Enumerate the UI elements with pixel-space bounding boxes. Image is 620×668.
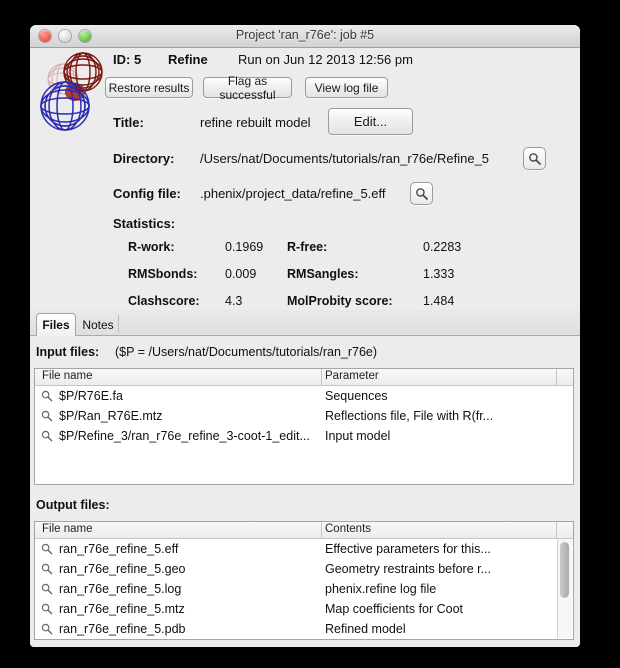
- tab-files[interactable]: Files: [36, 313, 76, 336]
- view-config-button[interactable]: [410, 182, 433, 205]
- file-contents: Effective parameters for this...: [325, 542, 491, 556]
- table-row[interactable]: ran_r76e_refine_5.geo Geometry restraint…: [35, 559, 573, 579]
- table-row[interactable]: ran_r76e_refine_5.log phenix.refine log …: [35, 579, 573, 599]
- title-value: refine rebuilt model: [200, 115, 311, 130]
- file-contents: Geometry restraints before r...: [325, 562, 491, 576]
- column-header-file-name[interactable]: File name: [42, 523, 93, 535]
- window-title: Project 'ran_r76e': job #5: [30, 28, 580, 42]
- browse-directory-button[interactable]: [523, 147, 546, 170]
- column-divider[interactable]: [556, 369, 557, 385]
- search-icon: [528, 152, 542, 166]
- input-table-header[interactable]: File name Parameter: [35, 369, 573, 386]
- config-label: Config file:: [113, 186, 181, 201]
- file-name: $P/Ran_R76E.mtz: [59, 409, 163, 423]
- tab-separator: [118, 315, 119, 333]
- search-icon[interactable]: [41, 430, 53, 442]
- table-row[interactable]: ran_r76e_refine_5.eff Effective paramete…: [35, 539, 573, 559]
- search-icon[interactable]: [41, 603, 53, 615]
- file-parameter: Reflections file, File with R(fr...: [325, 409, 493, 423]
- stat-label: R-work:: [128, 240, 175, 254]
- search-icon[interactable]: [41, 543, 53, 555]
- stat-value: 0.1969: [225, 240, 263, 254]
- vertical-scrollbar[interactable]: [557, 539, 572, 638]
- scrollbar-thumb[interactable]: [560, 542, 569, 598]
- edit-title-button[interactable]: Edit...: [328, 108, 413, 135]
- input-files-path-hint: ($P = /Users/nat/Documents/tutorials/ran…: [115, 345, 377, 359]
- tab-notes-label: Notes: [82, 318, 113, 332]
- tab-strip: Files Notes: [30, 310, 580, 336]
- table-row[interactable]: $P/Refine_3/ran_r76e_refine_3-coot-1_edi…: [35, 426, 573, 446]
- file-name: $P/Refine_3/ran_r76e_refine_3-coot-1_edi…: [59, 429, 310, 443]
- stat-label: Clashscore:: [128, 294, 200, 308]
- tab-files-label: Files: [42, 318, 69, 332]
- file-name: ran_r76e_refine_5.geo: [59, 562, 186, 576]
- table-row[interactable]: ran_r76e_refine_5.mtz Map coefficients f…: [35, 599, 573, 619]
- molecule-mesh-image: [32, 49, 122, 149]
- search-icon[interactable]: [41, 583, 53, 595]
- titlebar[interactable]: Project 'ran_r76e': job #5: [30, 25, 580, 48]
- search-icon[interactable]: [41, 390, 53, 402]
- search-icon[interactable]: [41, 563, 53, 575]
- stat-value: 1.484: [423, 294, 454, 308]
- job-run-timestamp: Run on Jun 12 2013 12:56 pm: [238, 52, 413, 67]
- file-contents: Refined model: [325, 622, 406, 636]
- column-header-parameter[interactable]: Parameter: [325, 370, 379, 382]
- files-panel: Input files: ($P = /Users/nat/Documents/…: [30, 336, 580, 647]
- view-log-button[interactable]: View log file: [305, 77, 388, 98]
- table-row[interactable]: $P/Ran_R76E.mtz Reflections file, File w…: [35, 406, 573, 426]
- statistics-label: Statistics:: [113, 216, 175, 231]
- molecule-thumbnail: [32, 49, 122, 149]
- output-files-table: File name Contents ran_r76e_refine_5.eff…: [34, 521, 574, 640]
- column-divider[interactable]: [321, 522, 322, 538]
- file-parameter: Input model: [325, 429, 390, 443]
- file-parameter: Sequences: [325, 389, 388, 403]
- table-row[interactable]: ran_r76e_refine_5.pdb Refined model: [35, 619, 573, 639]
- output-files-label: Output files:: [36, 498, 110, 512]
- stat-value: 4.3: [225, 294, 242, 308]
- tab-notes[interactable]: Notes: [78, 313, 118, 336]
- search-icon: [415, 187, 429, 201]
- config-value: .phenix/project_data/refine_5.eff: [200, 186, 386, 201]
- column-header-file-name[interactable]: File name: [42, 370, 93, 382]
- stat-label: RMSangles:: [287, 267, 359, 281]
- file-contents: Map coefficients for Coot: [325, 602, 463, 616]
- restore-results-button[interactable]: Restore results: [105, 77, 193, 98]
- column-divider[interactable]: [321, 369, 322, 385]
- job-type: Refine: [168, 52, 208, 67]
- column-divider[interactable]: [556, 522, 557, 538]
- search-icon[interactable]: [41, 410, 53, 422]
- stat-value: 1.333: [423, 267, 454, 281]
- file-name: $P/R76E.fa: [59, 389, 123, 403]
- column-header-contents[interactable]: Contents: [325, 523, 371, 535]
- input-files-label: Input files:: [36, 345, 99, 359]
- stat-label: R-free:: [287, 240, 327, 254]
- file-name: ran_r76e_refine_5.pdb: [59, 622, 186, 636]
- file-name: ran_r76e_refine_5.eff: [59, 542, 178, 556]
- table-row[interactable]: $P/R76E.fa Sequences: [35, 386, 573, 406]
- directory-value: /Users/nat/Documents/tutorials/ran_r76e/…: [200, 151, 489, 166]
- file-name: ran_r76e_refine_5.log: [59, 582, 181, 596]
- job-id: ID: 5: [113, 52, 141, 67]
- stat-value: 0.009: [225, 267, 256, 281]
- stat-value: 0.2283: [423, 240, 461, 254]
- file-name: ran_r76e_refine_5.mtz: [59, 602, 185, 616]
- stat-label: MolProbity score:: [287, 294, 393, 308]
- output-table-header[interactable]: File name Contents: [35, 522, 573, 539]
- stat-label: RMSbonds:: [128, 267, 197, 281]
- input-files-table: File name Parameter $P/R76E.fa Sequences…: [34, 368, 574, 485]
- file-contents: phenix.refine log file: [325, 582, 436, 596]
- search-icon[interactable]: [41, 623, 53, 635]
- flag-successful-button[interactable]: Flag as successful: [203, 77, 292, 98]
- directory-label: Directory:: [113, 151, 174, 166]
- title-label: Title:: [113, 115, 144, 130]
- job-detail-window: Project 'ran_r76e': job #5: [30, 25, 580, 647]
